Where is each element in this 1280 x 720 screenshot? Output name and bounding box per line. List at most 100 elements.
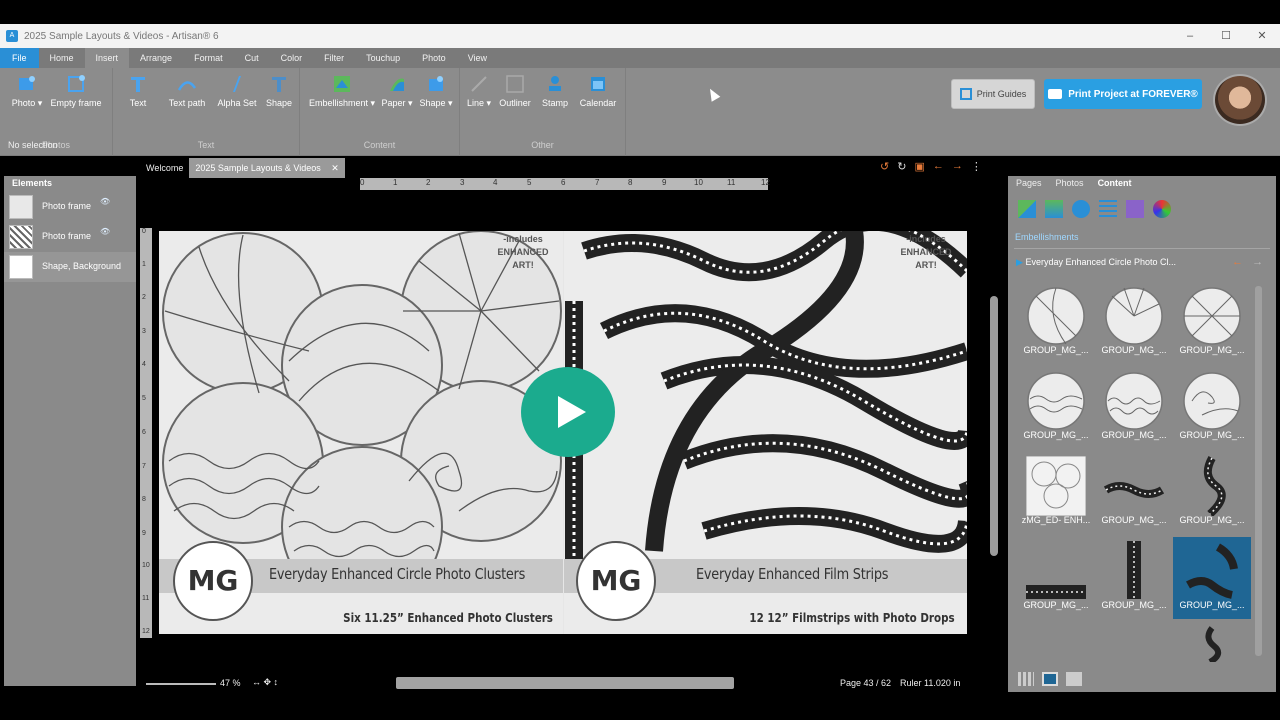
embellishment-button[interactable]: Embellishment ▾ <box>308 74 376 109</box>
tab-content[interactable]: Content <box>1098 178 1132 188</box>
menu-filter[interactable]: Filter <box>313 48 355 68</box>
calendar-icon <box>591 77 605 91</box>
content-item-label: GROUP_MG_... <box>1101 430 1167 440</box>
maximize-icon[interactable]: ☐ <box>1208 24 1244 48</box>
menu-cut[interactable]: Cut <box>234 48 270 68</box>
badge-line: -includes <box>906 234 946 244</box>
close-icon[interactable]: ✕ <box>1244 24 1280 48</box>
lines-category-icon[interactable] <box>1099 200 1117 218</box>
frame-category-icon[interactable] <box>1126 200 1144 218</box>
content-item-label: GROUP_MG_... <box>1023 345 1089 355</box>
tab-photos[interactable]: Photos <box>1056 178 1084 188</box>
content-item[interactable] <box>1173 622 1251 662</box>
redo-icon[interactable]: ↻ <box>897 160 906 173</box>
content-item[interactable]: GROUP_MG_... <box>1095 282 1173 364</box>
canvas-vertical-scrollbar[interactable] <box>990 296 998 556</box>
stamp-button[interactable]: Stamp <box>540 74 570 108</box>
fit-width-icon[interactable]: ↔ ✥ ↕ <box>252 677 278 688</box>
video-play-button[interactable] <box>521 367 615 457</box>
content-panel-scrollbar[interactable] <box>1255 286 1262 656</box>
content-item-label: GROUP_MG_... <box>1179 600 1245 610</box>
stamp-label: Stamp <box>541 98 568 108</box>
ruler-tick: 2 <box>426 178 431 187</box>
content-item-selected[interactable]: GROUP_MG_... <box>1173 537 1251 619</box>
zoom-slider[interactable] <box>146 683 216 685</box>
menu-touchup[interactable]: Touchup <box>355 48 411 68</box>
list-item[interactable]: Photo frame 👁 <box>4 192 136 222</box>
photo-button[interactable]: Photo ▾ <box>10 74 44 109</box>
content-item[interactable]: GROUP_MG_... <box>1173 452 1251 534</box>
vertical-ruler: 0 1 2 3 4 5 6 7 8 9 10 11 12 <box>140 228 152 638</box>
text-path-button[interactable]: Text path <box>165 74 209 108</box>
ruler-tick: 0 <box>142 228 146 235</box>
arrow-right-icon[interactable]: → <box>1252 256 1263 268</box>
ruler-tick: 0 <box>360 178 365 187</box>
menu-view[interactable]: View <box>457 48 498 68</box>
undo-icon[interactable]: ↺ <box>880 160 889 173</box>
content-item-label: GROUP_MG_... <box>1179 345 1245 355</box>
content-item-label: GROUP_MG_... <box>1023 600 1089 610</box>
menu-photo[interactable]: Photo <box>411 48 457 68</box>
menu-insert[interactable]: Insert <box>84 48 130 68</box>
close-icon[interactable]: ✕ <box>331 163 339 173</box>
content-item-label: GROUP_MG_... <box>1023 430 1089 440</box>
large-grid-icon[interactable] <box>1042 672 1058 686</box>
embellishment-category-icon[interactable] <box>1045 200 1063 218</box>
paper-button[interactable]: Paper ▾ <box>380 74 414 109</box>
content-item[interactable]: GROUP_MG_... <box>1017 367 1095 449</box>
eye-icon[interactable]: 👁 <box>100 227 110 236</box>
eye-icon[interactable]: 👁 <box>100 197 110 206</box>
filmstrip-thumbnail <box>1205 626 1222 662</box>
content-item[interactable]: GROUP_MG_... <box>1173 367 1251 449</box>
menu-file[interactable]: File <box>0 48 39 68</box>
save-icon[interactable]: ▣ <box>914 160 924 173</box>
empty-frame-button[interactable]: Empty frame <box>48 74 104 108</box>
shape-button[interactable]: Shape ▾ <box>418 74 454 109</box>
menu-color[interactable]: Color <box>270 48 314 68</box>
content-item[interactable]: GROUP_MG_... <box>1017 282 1095 364</box>
minimize-icon[interactable]: – <box>1172 24 1208 48</box>
single-view-icon[interactable] <box>1066 672 1082 686</box>
outliner-button[interactable]: Outliner <box>496 74 534 108</box>
menu-home[interactable]: Home <box>39 48 85 68</box>
content-item[interactable]: GROUP_MG_... <box>1095 537 1173 619</box>
calendar-button[interactable]: Calendar <box>576 74 620 108</box>
content-item[interactable]: zMG_ED- ENH... <box>1017 452 1095 534</box>
tab-pages[interactable]: Pages <box>1016 178 1042 188</box>
ribbon-group-other: Line ▾ Outliner Stamp Calendar Other <box>460 68 626 156</box>
tab-active-document[interactable]: 2025 Sample Layouts & Videos ✕ <box>189 158 345 178</box>
canvas-horizontal-scrollbar[interactable] <box>396 677 734 689</box>
element-label: Photo frame <box>42 231 92 241</box>
text-button[interactable]: Text <box>123 74 153 108</box>
avatar[interactable] <box>1213 74 1267 126</box>
line-button[interactable]: Line ▾ <box>466 74 492 109</box>
text-shape-button[interactable]: Shape <box>263 74 295 108</box>
text-shape-label: Shape <box>265 98 293 108</box>
list-item[interactable]: Shape, Background <box>4 252 136 282</box>
content-item[interactable]: GROUP_MG_... <box>1095 367 1173 449</box>
alpha-set-label: Alpha Set <box>217 98 257 108</box>
content-item[interactable]: GROUP_MG_... <box>1173 282 1251 364</box>
paw-category-icon[interactable] <box>1072 200 1090 218</box>
circle-thumbnail <box>1027 372 1085 430</box>
content-item[interactable]: GROUP_MG_... <box>1095 452 1173 534</box>
badge-line: -includes <box>503 234 543 244</box>
print-project-button[interactable]: Print Project at FOREVER® <box>1044 79 1202 109</box>
breadcrumb[interactable]: ▶ Everyday Enhanced Circle Photo Cl... <box>1016 257 1176 268</box>
tab-welcome[interactable]: Welcome <box>140 158 189 178</box>
menu-format[interactable]: Format <box>183 48 234 68</box>
arrow-left-icon[interactable]: ← <box>933 160 944 173</box>
list-item[interactable]: Photo frame 👁 <box>4 222 136 252</box>
color-category-icon[interactable] <box>1153 200 1171 218</box>
content-item[interactable]: GROUP_MG_... <box>1017 537 1095 619</box>
ribbon-group-label: Other <box>531 140 554 150</box>
alpha-set-button[interactable]: Alpha Set <box>215 74 259 108</box>
menu-arrange[interactable]: Arrange <box>129 48 183 68</box>
more-icon[interactable]: ⋮ <box>971 160 982 173</box>
circle-thumbnail <box>1027 287 1085 345</box>
small-grid-icon[interactable] <box>1018 672 1034 686</box>
paper-category-icon[interactable] <box>1018 200 1036 218</box>
print-guides-button[interactable]: Print Guides <box>951 79 1035 109</box>
arrow-left-icon[interactable]: ← <box>1232 256 1243 268</box>
arrow-right-icon[interactable]: → <box>952 160 963 173</box>
